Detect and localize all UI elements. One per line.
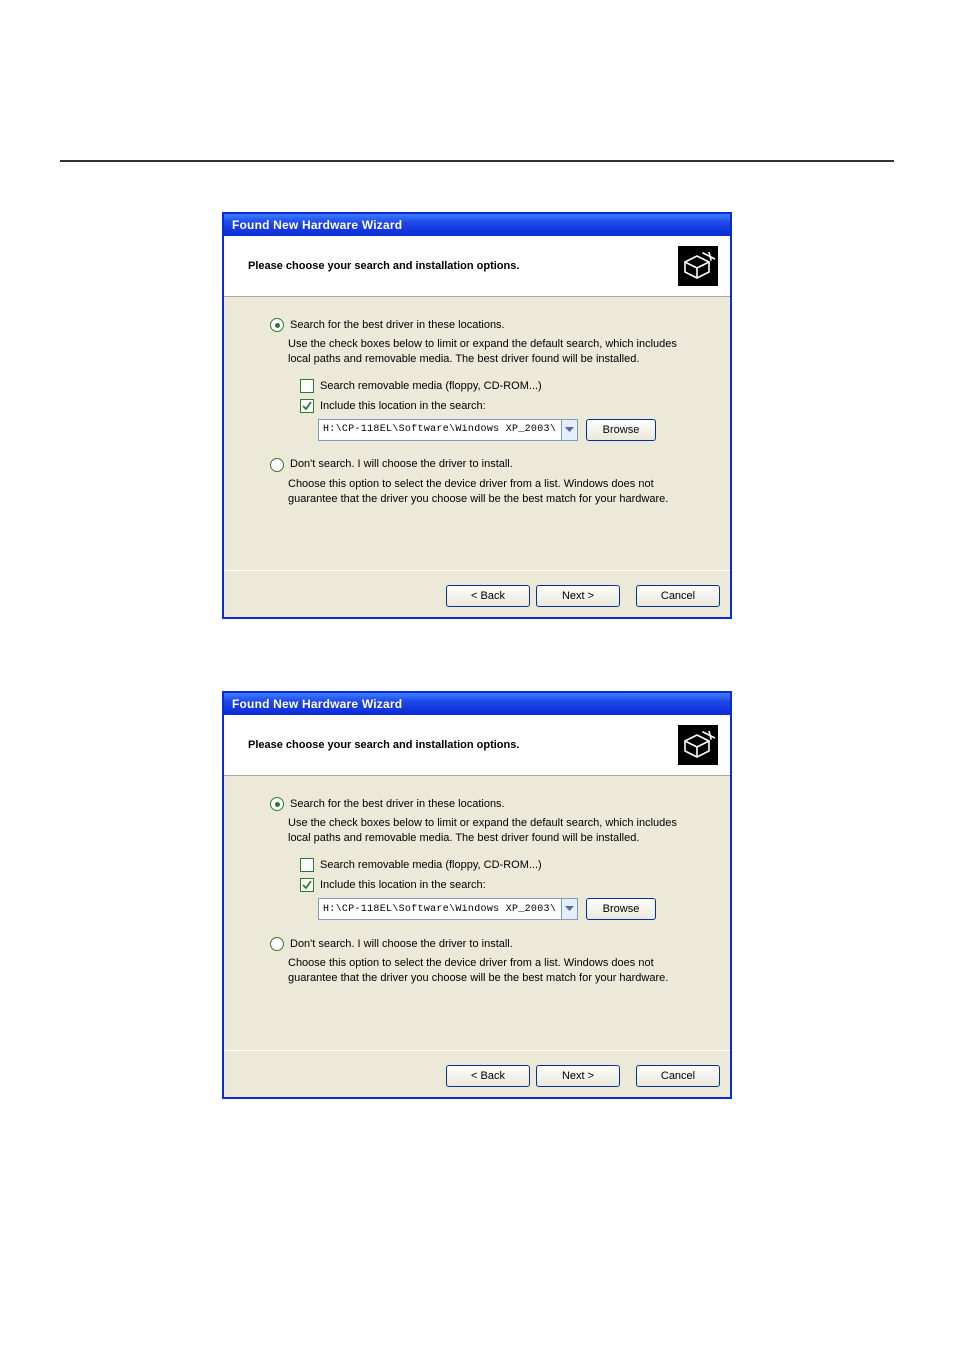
cancel-button[interactable]: Cancel	[636, 1065, 720, 1087]
page: Found New Hardware Wizard Please choose …	[0, 0, 954, 1099]
checkbox-icon	[300, 379, 314, 393]
radio-icon	[270, 937, 284, 951]
wizard-icon	[678, 725, 718, 765]
dialog-header: Please choose your search and installati…	[224, 715, 730, 776]
checkbox-removable-media[interactable]: Search removable media (floppy, CD-ROM..…	[300, 858, 700, 872]
titlebar: Found New Hardware Wizard	[224, 693, 730, 715]
window-title: Found New Hardware Wizard	[232, 218, 402, 232]
radio-dont-label: Don't search. I will choose the driver t…	[290, 458, 513, 470]
path-input[interactable]	[319, 424, 561, 435]
dialog-footer: < Back Next > Cancel	[224, 1050, 730, 1097]
window-title: Found New Hardware Wizard	[232, 697, 402, 711]
spacer	[270, 998, 700, 1038]
checkbox-icon	[300, 858, 314, 872]
checkbox-include-location[interactable]: Include this location in the search:	[300, 399, 700, 413]
location-path-row: Browse	[318, 898, 700, 920]
dialog-footer: < Back Next > Cancel	[224, 570, 730, 617]
chevron-down-icon[interactable]	[561, 899, 577, 919]
radio-icon	[270, 318, 284, 332]
next-button[interactable]: Next >	[536, 1065, 620, 1087]
page-divider	[60, 160, 894, 162]
radio-search-best[interactable]: Search for the best driver in these loca…	[270, 796, 700, 811]
back-button[interactable]: < Back	[446, 585, 530, 607]
dialog-container-2: Found New Hardware Wizard Please choose …	[60, 691, 894, 1098]
checkbox-icon	[300, 399, 314, 413]
radio-dont-search[interactable]: Don't search. I will choose the driver t…	[270, 936, 700, 951]
spacer	[270, 518, 700, 558]
radio-search-best[interactable]: Search for the best driver in these loca…	[270, 317, 700, 332]
wizard-icon	[678, 246, 718, 286]
browse-button[interactable]: Browse	[586, 898, 656, 920]
path-combobox[interactable]	[318, 898, 578, 920]
checkbox-include-label: Include this location in the search:	[320, 400, 486, 412]
path-input[interactable]	[319, 904, 561, 915]
search-description: Use the check boxes below to limit or ex…	[288, 816, 700, 846]
dont-search-description: Choose this option to select the device …	[288, 477, 700, 507]
dialog-header: Please choose your search and installati…	[224, 236, 730, 297]
checkbox-removable-media[interactable]: Search removable media (floppy, CD-ROM..…	[300, 379, 700, 393]
dialog-body: Search for the best driver in these loca…	[224, 776, 730, 1049]
dialog-subtitle: Please choose your search and installati…	[236, 739, 519, 751]
path-combobox[interactable]	[318, 419, 578, 441]
browse-button[interactable]: Browse	[586, 419, 656, 441]
checkbox-removable-label: Search removable media (floppy, CD-ROM..…	[320, 380, 542, 392]
chevron-down-icon[interactable]	[561, 420, 577, 440]
dialog-body: Search for the best driver in these loca…	[224, 297, 730, 570]
checkbox-include-location[interactable]: Include this location in the search:	[300, 878, 700, 892]
radio-icon	[270, 458, 284, 472]
dialog-subtitle: Please choose your search and installati…	[236, 260, 519, 272]
radio-dont-search[interactable]: Don't search. I will choose the driver t…	[270, 457, 700, 472]
dont-search-description: Choose this option to select the device …	[288, 956, 700, 986]
radio-icon	[270, 797, 284, 811]
checkbox-include-label: Include this location in the search:	[320, 879, 486, 891]
cancel-button[interactable]: Cancel	[636, 585, 720, 607]
radio-search-label: Search for the best driver in these loca…	[290, 319, 505, 331]
hardware-wizard-dialog: Found New Hardware Wizard Please choose …	[222, 212, 732, 619]
next-button[interactable]: Next >	[536, 585, 620, 607]
dialog-container-1: Found New Hardware Wizard Please choose …	[60, 212, 894, 619]
back-button[interactable]: < Back	[446, 1065, 530, 1087]
location-path-row: Browse	[318, 419, 700, 441]
radio-search-label: Search for the best driver in these loca…	[290, 798, 505, 810]
hardware-wizard-dialog: Found New Hardware Wizard Please choose …	[222, 691, 732, 1098]
checkbox-removable-label: Search removable media (floppy, CD-ROM..…	[320, 859, 542, 871]
radio-dont-label: Don't search. I will choose the driver t…	[290, 938, 513, 950]
checkbox-icon	[300, 878, 314, 892]
titlebar: Found New Hardware Wizard	[224, 214, 730, 236]
search-description: Use the check boxes below to limit or ex…	[288, 337, 700, 367]
